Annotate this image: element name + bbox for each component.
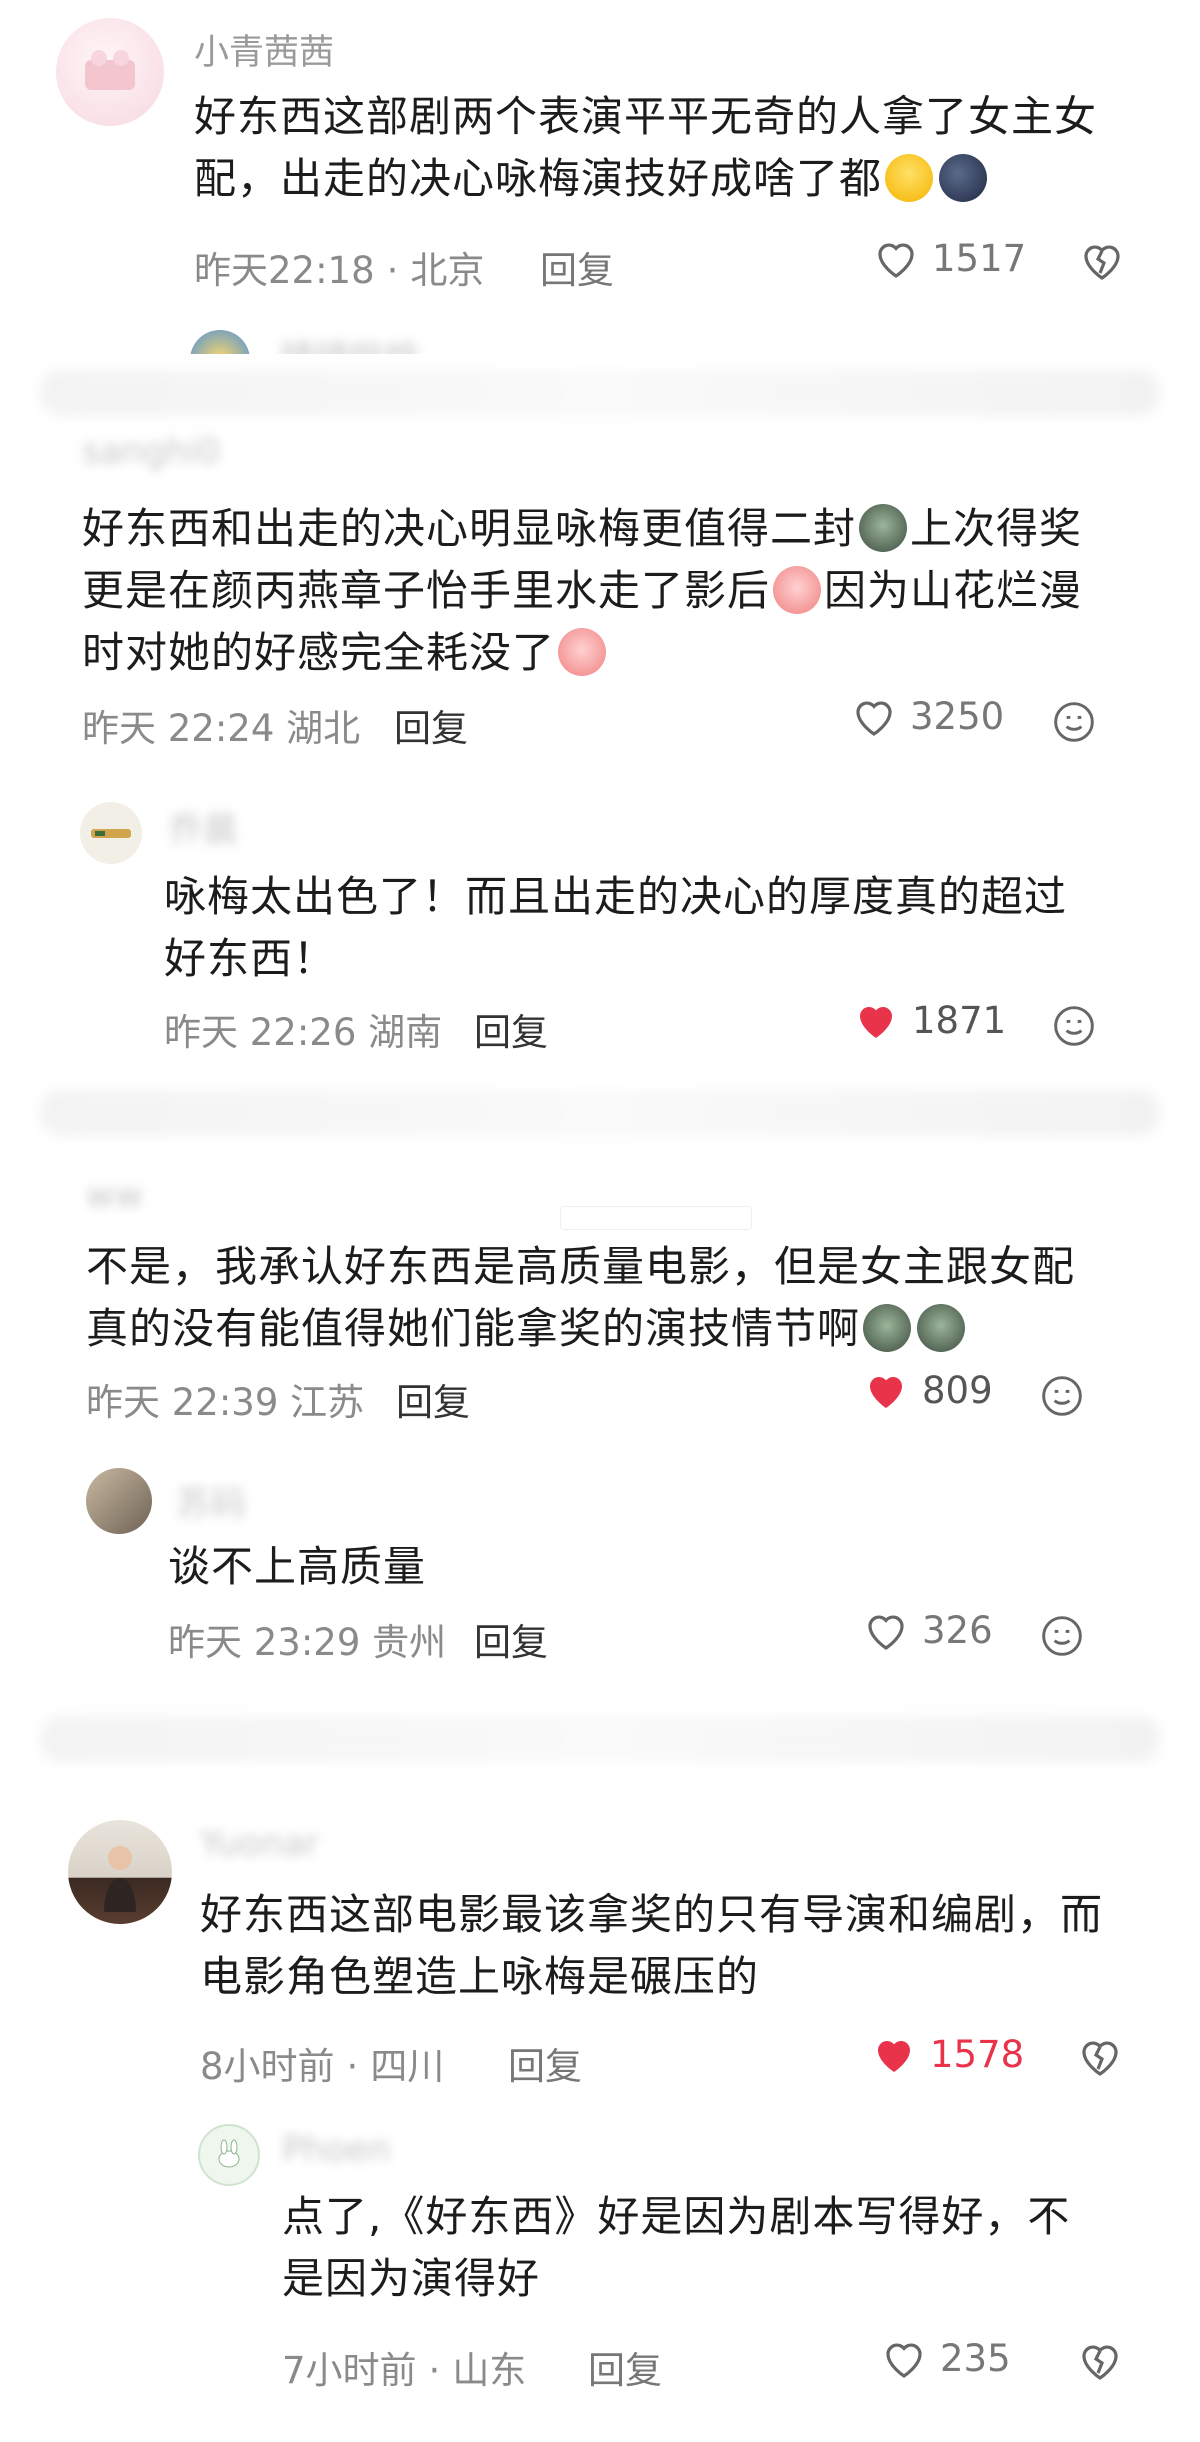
smiley-icon[interactable] xyxy=(1040,1374,1084,1422)
broken-heart-icon[interactable] xyxy=(1078,238,1126,286)
comment-time: 8小时前 xyxy=(200,2045,335,2088)
like-count: 809 xyxy=(922,1368,993,1412)
heart-filled-icon xyxy=(870,1377,902,1408)
like-button[interactable]: 809 xyxy=(862,1368,993,1412)
faint-divider xyxy=(560,1206,752,1230)
comment-location: 四川 xyxy=(370,2045,445,2088)
blurred-region xyxy=(40,1716,1160,1762)
username[interactable]: 小青茜茜 xyxy=(194,24,334,75)
comment-text: 咏梅太出色了！而且出走的决心的厚度真的超过好东西！ xyxy=(164,872,1068,983)
heart-outline-icon xyxy=(868,1615,904,1650)
comment-meta: 昨天 23:29 贵州 xyxy=(168,1612,446,1666)
like-count: 3250 xyxy=(910,694,1005,738)
comment-location: 湖南 xyxy=(368,1011,443,1054)
comment-feed: 小青茜茜 好东西这部剧两个表演平平无奇的人拿了女主女配，出走的决心咏梅演技好成啥… xyxy=(0,0,1200,2442)
cat-emoji xyxy=(859,504,908,552)
reply-button[interactable]: 回复 xyxy=(508,2036,582,2090)
separator: · xyxy=(428,2349,441,2392)
smiley-icon[interactable] xyxy=(1040,1614,1084,1662)
cat-emoji xyxy=(917,1304,966,1352)
smiley-icon[interactable] xyxy=(1052,1004,1096,1052)
comment-meta: 昨天 22:24 湖北 xyxy=(82,698,360,752)
comment-location: 北京 xyxy=(410,249,485,292)
crying-emoji xyxy=(558,628,607,676)
avatar[interactable] xyxy=(80,802,142,864)
avatar[interactable] xyxy=(86,1468,152,1534)
comment-text: 好东西这部电影最该拿奖的只有导演和编剧，而电影角色塑造上咏梅是碾压的 xyxy=(200,1890,1104,2001)
like-button[interactable]: 3250 xyxy=(850,694,1004,738)
comment-location: 江苏 xyxy=(290,1381,365,1424)
comment-meta: 7小时前 · 山东 xyxy=(282,2340,526,2394)
comment-time: 昨天 22:24 xyxy=(82,707,275,750)
comment-text: 点了,《好东西》好是因为剧本写得好，不是因为演得好 xyxy=(282,2192,1071,2303)
avatar[interactable] xyxy=(198,2124,260,2186)
like-count: 1578 xyxy=(930,2032,1025,2076)
comment-meta: 昨天 22:39 江苏 xyxy=(86,1372,364,1426)
username[interactable]: 乔晨 xyxy=(168,802,238,853)
comment-text: 不是，我承认好东西是高质量电影，但是女主跟女配真的没有能值得她们能拿奖的演技情节… xyxy=(86,1242,1076,1353)
like-button[interactable]: 1871 xyxy=(852,998,1006,1042)
comment-location: 山东 xyxy=(452,2349,527,2392)
like-button[interactable]: 1578 xyxy=(870,2032,1024,2076)
username[interactable]: 晴晴晗晗 xyxy=(280,330,420,354)
avatar[interactable] xyxy=(56,18,164,126)
like-button[interactable]: 1517 xyxy=(872,236,1026,280)
separator: · xyxy=(346,2045,359,2088)
comment-location: 贵州 xyxy=(372,1621,447,1664)
username[interactable]: ww xyxy=(86,1176,143,1216)
comment-meta: 昨天 22:26 湖南 xyxy=(164,1002,442,1056)
comment-time: 昨天22:18 xyxy=(194,249,375,292)
heart-outline-icon xyxy=(878,243,914,278)
heart-filled-icon xyxy=(878,2041,910,2072)
comment-time: 昨天 22:26 xyxy=(164,1011,357,1054)
avatar[interactable] xyxy=(190,330,250,354)
reply-button[interactable]: 回复 xyxy=(474,1002,548,1056)
smiley-icon[interactable] xyxy=(1052,700,1096,748)
grin-sweat-emoji xyxy=(885,154,934,202)
like-count: 1517 xyxy=(932,236,1027,280)
comment-2-partial: 晴晴晗晗 xyxy=(0,326,1200,354)
broken-heart-icon[interactable] xyxy=(1076,2034,1124,2082)
reply-button[interactable]: 回复 xyxy=(474,1612,548,1666)
username[interactable]: sanghi0 xyxy=(82,432,220,472)
comment-time: 7小时前 xyxy=(282,2349,417,2392)
blurred-region xyxy=(40,1090,1160,1136)
reply-button[interactable]: 回复 xyxy=(588,2340,662,2394)
username[interactable]: Yuonar xyxy=(200,1824,319,1864)
like-button[interactable]: 326 xyxy=(862,1608,993,1652)
broken-heart-icon[interactable] xyxy=(1076,2338,1124,2386)
comment-time: 昨天 22:39 xyxy=(86,1381,279,1424)
comment-text: 好东西这部剧两个表演平平无奇的人拿了女主女配，出走的决心咏梅演技好成啥了都 xyxy=(194,92,1098,203)
avatar[interactable] xyxy=(68,1820,172,1924)
username[interactable]: 苏码 xyxy=(176,1476,246,1527)
comment-time: 昨天 23:29 xyxy=(168,1621,361,1664)
crying-emoji xyxy=(773,566,822,614)
comment-location: 湖北 xyxy=(286,707,361,750)
reply-button[interactable]: 回复 xyxy=(396,1372,470,1426)
like-count: 235 xyxy=(940,2336,1011,2380)
reply-button[interactable]: 回复 xyxy=(540,240,614,294)
dark-moon-emoji xyxy=(939,154,988,202)
comment-meta: 昨天22:18 · 北京 xyxy=(194,240,484,294)
like-count: 1871 xyxy=(912,998,1007,1042)
heart-filled-icon xyxy=(860,1007,892,1038)
heart-outline-icon xyxy=(856,701,892,736)
blurred-region xyxy=(40,370,1160,416)
separator: · xyxy=(386,249,399,292)
comment-text: 谈不上高质量 xyxy=(168,1542,427,1591)
username[interactable]: Phoen xyxy=(282,2130,390,2170)
like-button[interactable]: 235 xyxy=(880,2336,1011,2380)
reply-button[interactable]: 回复 xyxy=(394,698,468,752)
comment-meta: 8小时前 · 四川 xyxy=(200,2036,444,2090)
cat-emoji xyxy=(863,1304,912,1352)
comment-text: 好东西和出走的决心明显咏梅更值得二封 上次得奖更是在颜丙燕章子怡手里水走了影后 因为… xyxy=(82,504,1083,677)
like-count: 326 xyxy=(922,1608,993,1652)
heart-outline-icon xyxy=(886,2343,922,2378)
